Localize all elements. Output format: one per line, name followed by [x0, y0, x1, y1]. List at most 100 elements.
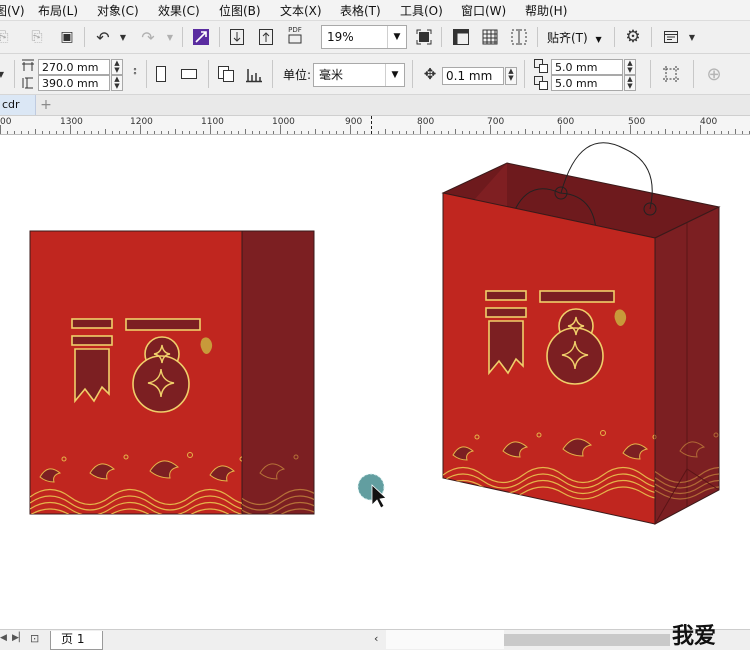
copy-icon[interactable]: ⎘ [26, 26, 48, 48]
chevron-down-icon[interactable]: ▼ [596, 35, 602, 44]
chevron-down-icon[interactable]: ▼ [112, 26, 134, 48]
ruler-tick [581, 131, 582, 134]
nudge-distance-field[interactable]: 0.1 mm [442, 67, 504, 85]
full-screen-icon[interactable] [413, 26, 435, 48]
current-page-icon[interactable] [243, 63, 265, 85]
toolbar-separator [524, 60, 525, 88]
ruler-tick [525, 129, 526, 134]
copy-icon[interactable]: ⎘ [0, 26, 14, 48]
import-arrow-icon [230, 29, 244, 45]
show-grid-icon[interactable] [479, 26, 501, 48]
units-combo[interactable]: 毫米 ▼ [313, 63, 405, 87]
ruler-tick [511, 131, 512, 134]
paste-icon[interactable]: ▣ [56, 26, 78, 48]
ruler-tick [294, 131, 295, 134]
gear-icon[interactable]: ⚙ [622, 26, 644, 48]
ruler-tick [238, 131, 239, 134]
ruler-label: 1300 [60, 117, 83, 127]
menu-window[interactable]: 窗口(W) [461, 2, 506, 19]
menu-help[interactable]: 帮助(H) [525, 2, 567, 19]
nudge-stepper[interactable]: ▲ ▼ [505, 67, 517, 85]
scroll-track[interactable] [386, 630, 504, 649]
duplicate-x-field[interactable]: 5.0 mm [551, 59, 623, 75]
menu-text[interactable]: 文本(X) [280, 2, 322, 19]
show-guidelines-icon[interactable] [508, 26, 530, 48]
ruler-tick [182, 131, 183, 134]
all-pages-icon[interactable] [215, 63, 237, 85]
ruler-tick [497, 131, 498, 134]
zoom-level-combo[interactable]: 19% ▼ [321, 25, 407, 49]
horizontal-scrollbar-thumb[interactable] [504, 634, 670, 646]
ruler-tick [196, 131, 197, 134]
import-icon[interactable] [226, 26, 248, 48]
ruler-tick [448, 131, 449, 134]
snap-label: 贴齐(T) [547, 31, 588, 45]
export-pdf-button[interactable]: PDF [284, 24, 306, 46]
drawing-canvas[interactable] [0, 135, 750, 629]
ruler-tick [700, 125, 701, 134]
page-border-icon[interactable] [660, 63, 682, 85]
add-preset-icon[interactable]: ⊕ [703, 63, 725, 85]
ruler-tick [469, 131, 470, 134]
new-tab-button[interactable]: + [38, 97, 54, 113]
toolbar-separator [537, 27, 538, 47]
ruler-tick [77, 131, 78, 134]
ruler-tick [644, 131, 645, 134]
snap-to-menu[interactable]: 贴齐(T) ▼ [547, 29, 602, 46]
ruler-tick [210, 125, 211, 134]
add-page-icon[interactable]: ⊡ [30, 632, 39, 645]
corel-launcher-icon[interactable] [190, 26, 212, 48]
scroll-left-icon[interactable]: ‹ [374, 632, 378, 645]
chevron-down-icon[interactable]: ▼ [387, 26, 406, 48]
menu-bitmaps[interactable]: 位图(B) [219, 2, 261, 19]
lock-ratio-icon[interactable]: ⦂ [124, 60, 146, 82]
menu-table[interactable]: 表格(T) [340, 2, 381, 19]
ruler-tick [595, 129, 596, 134]
duplicate-y-stepper[interactable]: ▲ ▼ [624, 75, 636, 91]
show-rulers-icon[interactable] [450, 26, 472, 48]
application-launcher-icon[interactable] [660, 26, 682, 48]
chevron-down-icon[interactable]: ▼ [385, 64, 404, 86]
height-stepper[interactable]: ▲ ▼ [111, 75, 123, 91]
width-stepper[interactable]: ▲ ▼ [111, 59, 123, 75]
menu-tools[interactable]: 工具(O) [400, 2, 443, 19]
ruler-tick [35, 129, 36, 134]
first-page-icon[interactable]: ◀ [0, 633, 7, 643]
page-tab[interactable]: 页 1 [50, 631, 104, 650]
menu-effects[interactable]: 效果(C) [158, 2, 200, 19]
undo-icon[interactable]: ↶ [92, 26, 114, 48]
object-width-field[interactable]: 270.0 mm [38, 59, 110, 75]
bag-mockup-3d[interactable] [441, 142, 750, 525]
pages-stack-icon [218, 66, 234, 82]
duplicate-x-stepper[interactable]: ▲ ▼ [624, 59, 636, 75]
duplicate-y-field[interactable]: 5.0 mm [551, 75, 623, 91]
object-height-field[interactable]: 390.0 mm [38, 75, 110, 91]
ruler-tick [553, 131, 554, 134]
rulers-icon [453, 29, 469, 45]
export-icon[interactable] [255, 26, 277, 48]
redo-icon[interactable]: ↷ [137, 26, 159, 48]
pdf-icon [288, 34, 302, 44]
nudge-distance-icon: ✥ [423, 65, 437, 83]
ruler-tick [266, 131, 267, 134]
ruler-tick [532, 131, 533, 134]
menu-view[interactable]: 图(V) [0, 2, 25, 19]
menu-layout[interactable]: 布局(L) [38, 2, 78, 19]
menu-object[interactable]: 对象(C) [97, 2, 139, 19]
portrait-orientation-icon[interactable] [150, 63, 172, 85]
next-page-icon[interactable]: ▶▏ [12, 633, 26, 643]
chevron-down-icon[interactable]: ▼ [681, 26, 703, 48]
document-tab[interactable]: cdr [0, 95, 36, 115]
horizontal-ruler[interactable]: 00 1300 1200 1100 1000 900 800 700 600 5… [0, 116, 750, 135]
landscape-orientation-icon[interactable] [178, 63, 200, 85]
ruler-label: 00 [0, 117, 12, 127]
ruler-tick [119, 131, 120, 134]
bleed-frame-icon [663, 66, 679, 82]
toolbar-separator [84, 27, 85, 47]
ruler-tick [217, 131, 218, 134]
chevron-down-icon[interactable]: ▼ [0, 63, 12, 85]
chevron-down-icon[interactable]: ▼ [159, 26, 181, 48]
ruler-tick [98, 131, 99, 134]
ruler-tick [56, 131, 57, 134]
ruler-tick [224, 131, 225, 134]
